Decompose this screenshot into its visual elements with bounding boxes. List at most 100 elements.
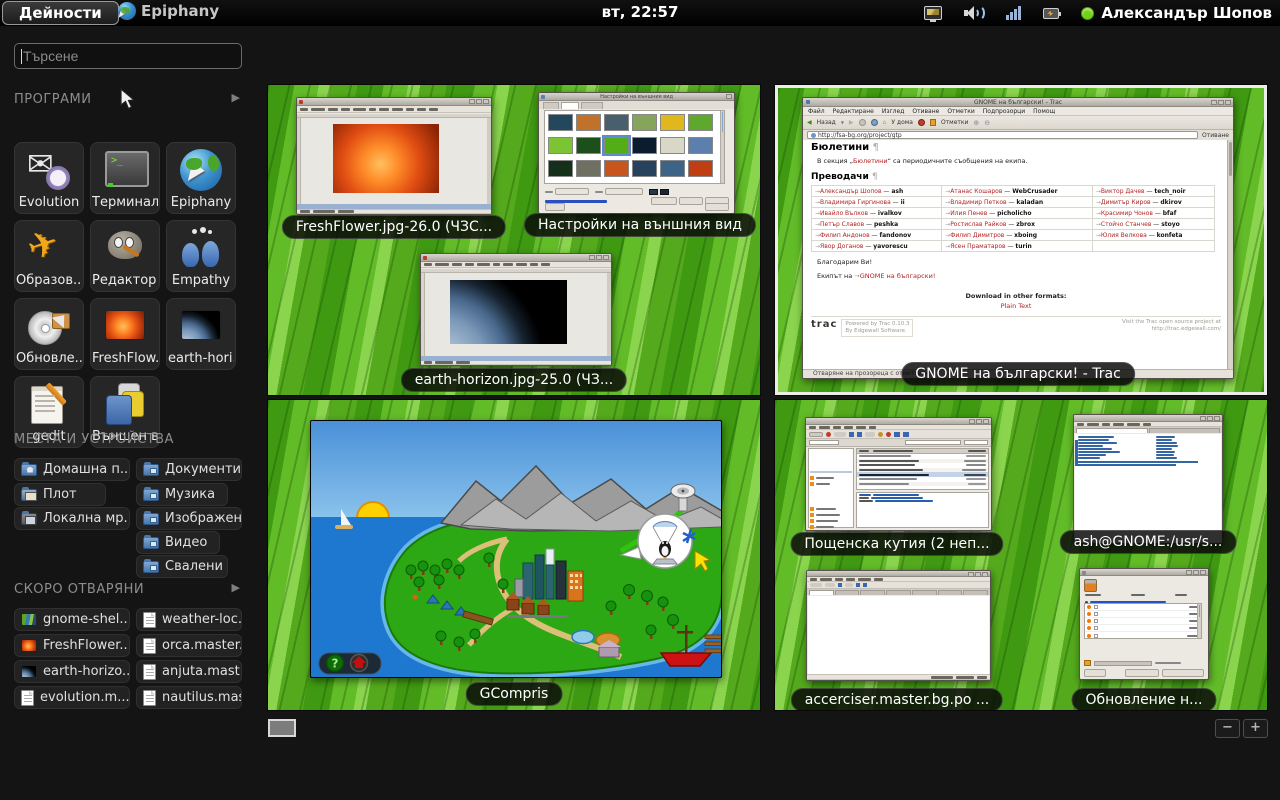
recent-expand-icon[interactable]: ▶ (232, 581, 240, 594)
window-caption: ash@GNOME:/usr/s... (1060, 530, 1237, 554)
app-grid: Evolution Терминал Epiphany Образов... Р… (14, 142, 246, 448)
screenshot-thumb-icon (21, 613, 37, 626)
place-desktop[interactable]: Плот (14, 483, 106, 506)
evolution-icon (26, 149, 72, 193)
recent-freshflower[interactable]: FreshFlower... (14, 634, 130, 657)
document-icon (143, 664, 156, 680)
app-empathy[interactable]: Empathy (166, 220, 236, 292)
updates-list (1084, 603, 1202, 639)
place-documents[interactable]: Документи (136, 458, 242, 481)
music-folder-icon (143, 489, 159, 501)
place-videos[interactable]: Видео (136, 531, 220, 554)
window-caption: FreshFlower.jpg-26.0 (ЧЗС... (282, 215, 506, 239)
gedit-icon (26, 383, 72, 427)
app-menu[interactable]: Epiphany (118, 2, 219, 20)
system-tray: Александър Шопов (924, 0, 1272, 26)
activities-button[interactable]: Дейности (2, 1, 119, 25)
epiphany-icon (118, 2, 136, 20)
plane-icon (26, 227, 72, 271)
volume-icon[interactable] (964, 5, 984, 21)
window-gimp-earth[interactable] (420, 253, 612, 366)
recent-evolution-po[interactable]: evolution.m... (14, 686, 130, 709)
recent-weather-locations[interactable]: weather-loc... (136, 608, 242, 631)
desktop-icon (21, 489, 37, 501)
document-icon (21, 690, 34, 706)
terminal-icon (102, 149, 148, 193)
site-icon (811, 133, 816, 138)
app-gimp[interactable]: Редактор ... (90, 220, 160, 292)
go-button: Отиване (1202, 132, 1229, 139)
place-network[interactable]: Локална мр... (14, 507, 130, 530)
add-workspace-button[interactable]: + (1243, 719, 1268, 738)
updates-icon (1084, 579, 1097, 592)
selected-wallpaper (604, 137, 629, 154)
window-terminal[interactable] (1073, 414, 1223, 544)
window-gedit-accerciser[interactable] (806, 570, 991, 681)
bookmark-icon (930, 119, 936, 126)
back-icon: ◀ (807, 119, 812, 126)
window-caption: earth-horizon.jpg-25.0 (ЧЗ... (401, 368, 627, 392)
window-caption: Настройки на външния вид (524, 213, 756, 237)
recent-header: СКОРО ОТВАРЯНИ (14, 582, 144, 597)
place-music[interactable]: Музика (136, 483, 228, 506)
window-caption: GCompris (466, 682, 563, 706)
editor-body (808, 596, 989, 674)
app-evolution[interactable]: Evolution (14, 142, 84, 214)
window-caption: Обновление н... (1071, 688, 1216, 710)
workspace-3[interactable]: ? GCompris (268, 400, 760, 710)
translators-table: →Александър Шопов — ash →Атанас Кошаров … (811, 185, 1215, 252)
display-settings-icon[interactable] (924, 6, 942, 20)
search-input[interactable] (14, 43, 242, 69)
recent-orca-master[interactable]: orca.master... (136, 634, 242, 657)
svg-text:?: ? (332, 657, 339, 671)
window-epiphany-trac[interactable]: GNOME на български! - Trac ФайлРедактира… (802, 97, 1234, 379)
workspace-2-active[interactable]: GNOME на български! - Trac ФайлРедактира… (775, 85, 1267, 395)
recent-gnome-shell[interactable]: gnome-shel... (14, 608, 130, 631)
window-updates[interactable] (1079, 568, 1209, 680)
reload-icon (871, 119, 878, 126)
remove-workspace-button[interactable]: − (1215, 719, 1240, 738)
app-freshflower[interactable]: FreshFlow... (90, 298, 160, 370)
app-terminal[interactable]: Терминал (90, 142, 160, 214)
place-pictures[interactable]: Изображен... (136, 507, 242, 530)
presence-icon (1081, 7, 1094, 20)
document-icon (143, 638, 156, 654)
window-caption: accerciser.master.bg.po ... (791, 688, 1003, 710)
recent-anjuta-master[interactable]: anjuta.mast... (136, 660, 242, 683)
window-appearance[interactable]: Настройки на външния вид (538, 92, 735, 214)
programs-header: ПРОГРАМИ (14, 92, 91, 107)
workspace-4[interactable]: Пощенска кутия (2 неп... (775, 400, 1267, 710)
places-header: МЕСТА И УСТРОЙСТВА (14, 432, 174, 447)
place-downloads[interactable]: Свалени (136, 555, 228, 578)
message-preview (856, 492, 989, 528)
videos-folder-icon (143, 537, 159, 549)
text-caret (21, 49, 22, 64)
earth-image (450, 280, 566, 345)
battery-icon[interactable] (1043, 8, 1059, 19)
app-updates[interactable]: Обновле... (14, 298, 84, 370)
pier (705, 635, 722, 653)
user-menu[interactable]: Александър Шопов (1081, 4, 1272, 22)
app-epiphany[interactable]: Epiphany (166, 142, 236, 214)
place-home[interactable]: Домашна п... (14, 458, 130, 481)
mail-folder-tree (808, 448, 854, 528)
workspace-drag-handle[interactable] (268, 719, 296, 737)
app-earth-horizon[interactable]: earth-hori... (166, 298, 236, 370)
window-evolution-mail[interactable] (805, 417, 992, 531)
recent-nautilus-master[interactable]: nautilus.mas... (136, 686, 242, 709)
programs-expand-icon[interactable]: ▶ (232, 91, 240, 104)
workspace-1[interactable]: FreshFlower.jpg-26.0 (ЧЗС... Настройки н… (268, 85, 760, 395)
window-gcompris[interactable]: ? (310, 420, 722, 678)
history-icon (918, 119, 925, 126)
network-signal-icon[interactable] (1006, 6, 1021, 20)
window-caption: GNOME на български! - Trac (901, 362, 1135, 386)
recent-earth-horizon[interactable]: earth-horizo... (14, 660, 130, 683)
window-caption: Пощенска кутия (2 неп... (790, 532, 1003, 556)
browser-menubar: ФайлРедактиранеИзгледОтиванеОтметкиПодпр… (803, 107, 1233, 116)
window-gimp-freshflower[interactable] (296, 97, 492, 215)
clock[interactable]: вт, 22:57 (602, 3, 679, 21)
app-gcompris[interactable]: Образов... (14, 220, 84, 292)
documents-folder-icon (143, 464, 159, 476)
terminal-body (1075, 434, 1221, 542)
gimp-icon (102, 227, 148, 271)
